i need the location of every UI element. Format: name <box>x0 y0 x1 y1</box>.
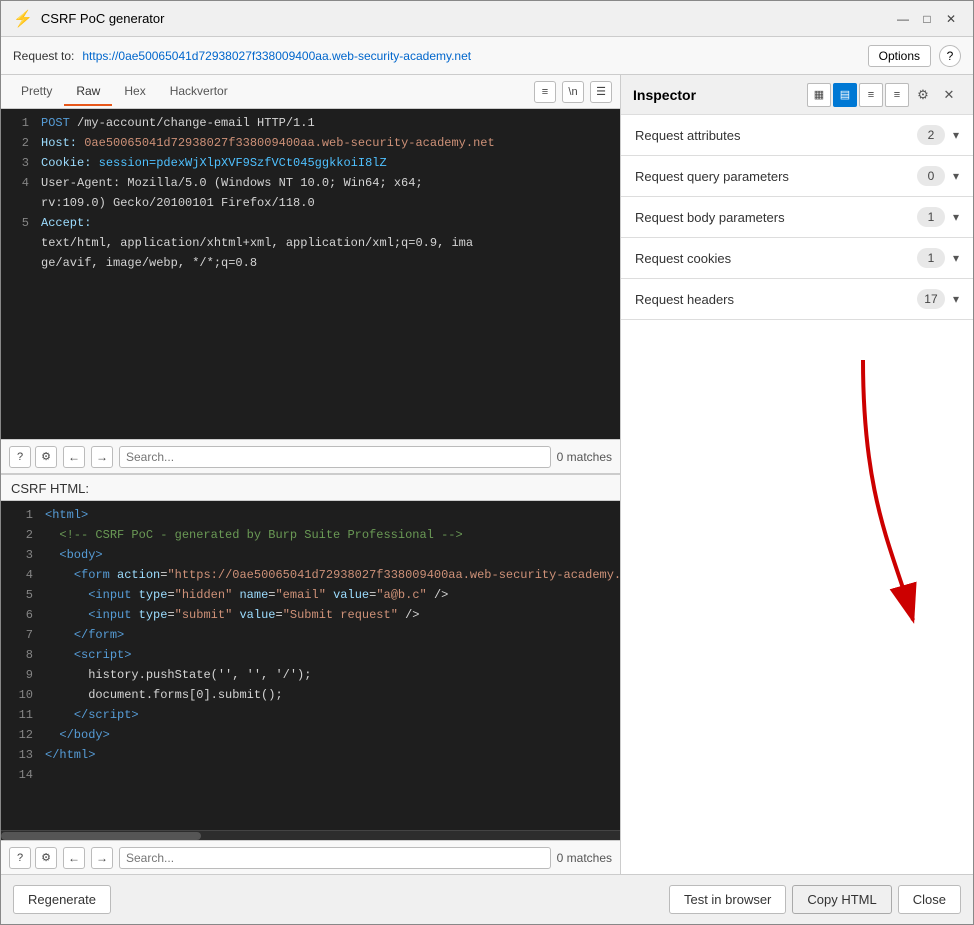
inspector-row-count: 1 <box>917 248 945 268</box>
tab-hex[interactable]: Hex <box>112 78 157 106</box>
request-content: 1 POST /my-account/change-email HTTP/1.1… <box>1 109 620 439</box>
search-input-bottom[interactable] <box>119 847 551 869</box>
help-search-icon-bottom[interactable]: ? <box>9 847 31 869</box>
inspector-title: Inspector <box>633 87 799 103</box>
tab-raw[interactable]: Raw <box>64 78 112 106</box>
search-matches-top: 0 matches <box>557 450 612 464</box>
settings-search-icon[interactable]: ⚙ <box>35 446 57 468</box>
newline-button[interactable]: \n <box>562 81 584 103</box>
regenerate-button[interactable]: Regenerate <box>13 885 111 914</box>
csrf-line: 10 document.forms[0].submit(); <box>1 685 620 705</box>
inspector-row-count: 17 <box>917 289 945 309</box>
prev-match-button-bottom[interactable]: ← <box>63 847 85 869</box>
csrf-line: 6 <input type="submit" value="Submit req… <box>1 605 620 625</box>
more-options-button[interactable]: ☰ <box>590 81 612 103</box>
inspector-align-left-btn[interactable]: ≡ <box>859 83 883 107</box>
inspector-row-cookies[interactable]: Request cookies 1 ▾ <box>621 238 973 279</box>
test-in-browser-button[interactable]: Test in browser <box>669 885 786 914</box>
tab-pretty[interactable]: Pretty <box>9 78 64 106</box>
help-button[interactable]: ? <box>939 45 961 67</box>
tab-hackvertor[interactable]: Hackvertor <box>158 78 240 106</box>
csrf-label: CSRF HTML: <box>1 475 620 501</box>
options-button[interactable]: Options <box>868 45 931 67</box>
chevron-down-icon: ▾ <box>953 292 959 306</box>
csrf-line: 12 </body> <box>1 725 620 745</box>
csrf-line: 14 <box>1 765 620 785</box>
inspector-row-attributes[interactable]: Request attributes 2 ▾ <box>621 115 973 156</box>
inspector-list-btn[interactable]: ▤ <box>833 83 857 107</box>
csrf-line: 11 </script> <box>1 705 620 725</box>
chevron-down-icon: ▾ <box>953 169 959 183</box>
next-match-button[interactable]: → <box>91 446 113 468</box>
inspector-row-label: Request cookies <box>635 251 917 266</box>
app-title: CSRF PoC generator <box>41 11 885 26</box>
maximize-button[interactable]: □ <box>917 9 937 29</box>
inspector-settings-btn[interactable]: ⚙ <box>911 83 935 107</box>
inspector-row-body[interactable]: Request body parameters 1 ▾ <box>621 197 973 238</box>
inspector-row-label: Request attributes <box>635 128 917 143</box>
inspector-row-query[interactable]: Request query parameters 0 ▾ <box>621 156 973 197</box>
url-label: Request to: <box>13 49 74 63</box>
chevron-down-icon: ▾ <box>953 210 959 224</box>
minimize-button[interactable]: — <box>893 9 913 29</box>
inspector-row-count: 1 <box>917 207 945 227</box>
inspector-row-headers[interactable]: Request headers 17 ▾ <box>621 279 973 320</box>
url-value: https://0ae50065041d72938027f338009400aa… <box>82 49 859 63</box>
csrf-line: 9 history.pushState('', '', '/'); <box>1 665 620 685</box>
inspector-close-btn[interactable]: ✕ <box>937 83 961 107</box>
inspector-align-right-btn[interactable]: ≡ <box>885 83 909 107</box>
prev-match-button[interactable]: ← <box>63 446 85 468</box>
csrf-content: 1<html>2 <!-- CSRF PoC - generated by Bu… <box>1 501 620 830</box>
search-matches-bottom: 0 matches <box>557 851 612 865</box>
csrf-line: 3 <body> <box>1 545 620 565</box>
csrf-line: 1<html> <box>1 505 620 525</box>
csrf-line: 8 <script> <box>1 645 620 665</box>
format-button[interactable]: ≡ <box>534 81 556 103</box>
close-footer-button[interactable]: Close <box>898 885 961 914</box>
csrf-line: 2 <!-- CSRF PoC - generated by Burp Suit… <box>1 525 620 545</box>
inspector-row-label: Request headers <box>635 292 917 307</box>
copy-html-button[interactable]: Copy HTML <box>792 885 891 914</box>
next-match-button-bottom[interactable]: → <box>91 847 113 869</box>
inspector-row-label: Request query parameters <box>635 169 917 184</box>
csrf-line: 13</html> <box>1 745 620 765</box>
inspector-row-count: 0 <box>917 166 945 186</box>
csrf-line: 4 <form action="https://0ae50065041d7293… <box>1 565 620 585</box>
inspector-row-count: 2 <box>917 125 945 145</box>
chevron-down-icon: ▾ <box>953 251 959 265</box>
inspector-grid-btn[interactable]: ▦ <box>807 83 831 107</box>
close-button[interactable]: ✕ <box>941 9 961 29</box>
search-input-top[interactable] <box>119 446 551 468</box>
app-icon: ⚡ <box>13 9 33 29</box>
csrf-line: 5 <input type="hidden" name="email" valu… <box>1 585 620 605</box>
inspector-row-label: Request body parameters <box>635 210 917 225</box>
csrf-line: 7 </form> <box>1 625 620 645</box>
chevron-down-icon: ▾ <box>953 128 959 142</box>
help-search-icon[interactable]: ? <box>9 446 31 468</box>
settings-search-icon-bottom[interactable]: ⚙ <box>35 847 57 869</box>
